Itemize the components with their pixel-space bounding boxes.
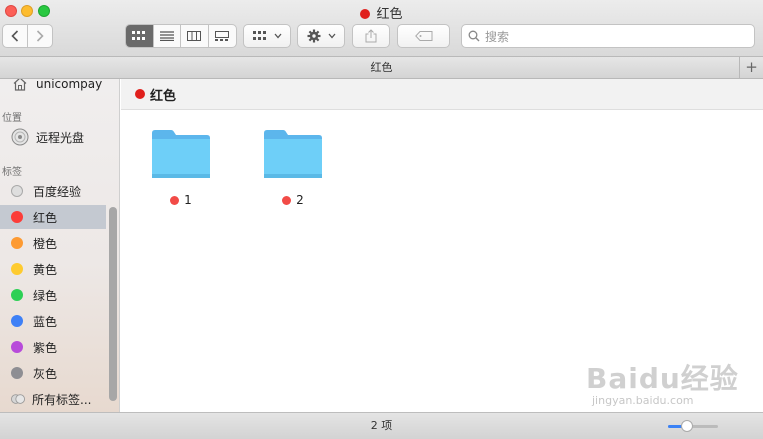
status-bar: 2 项 bbox=[0, 412, 763, 439]
file-browser: 红色 1 2 bbox=[121, 79, 763, 412]
window-title: 红色 bbox=[0, 3, 763, 22]
sidebar-item-label: 黄色 bbox=[33, 262, 58, 277]
chevron-right-icon bbox=[36, 30, 44, 42]
chevron-down-icon bbox=[274, 33, 281, 39]
icon-view-icon bbox=[132, 31, 146, 40]
sidebar-all-tags[interactable]: 所有标签... bbox=[0, 387, 106, 411]
icon-size-slider[interactable] bbox=[668, 420, 718, 432]
slider-knob[interactable] bbox=[681, 420, 693, 432]
sidebar: unicompay 位置 远程光盘 标签 百度经验 红色 橙色 黄色 绿色 蓝色… bbox=[0, 79, 120, 412]
sidebar-tag-green[interactable]: 绿色 bbox=[0, 283, 106, 307]
sidebar-item-label: 远程光盘 bbox=[36, 130, 85, 145]
finder-window: 红色 搜索 红色 + unicompay 位置 远程光盘 标签 百度经验 红色 … bbox=[0, 0, 763, 439]
folder-name: 1 bbox=[184, 193, 192, 207]
all-tags-icon bbox=[11, 390, 25, 408]
sidebar-tag-orange[interactable]: 橙色 bbox=[0, 231, 106, 255]
sidebar-tag-gray[interactable]: 灰色 bbox=[0, 361, 106, 385]
grid-arrange-icon bbox=[252, 31, 266, 40]
toolbar: 红色 搜索 bbox=[0, 0, 763, 57]
home-icon bbox=[11, 79, 29, 93]
tag-dot-icon bbox=[11, 237, 23, 249]
sidebar-scrollbar[interactable] bbox=[109, 207, 117, 401]
folder-item[interactable]: 2 bbox=[253, 129, 333, 219]
sidebar-item-label: 橙色 bbox=[33, 236, 58, 251]
sidebar-item-label: unicompay bbox=[36, 79, 103, 91]
icon-view-button[interactable] bbox=[126, 25, 154, 47]
list-view-icon bbox=[159, 31, 174, 41]
tab-title[interactable]: 红色 bbox=[371, 61, 393, 74]
sidebar-item-label: 所有标签... bbox=[32, 392, 92, 407]
share-icon bbox=[365, 29, 377, 43]
sidebar-item-label: 紫色 bbox=[33, 340, 58, 355]
edit-tags-button[interactable] bbox=[397, 24, 450, 48]
sidebar-tag-red[interactable]: 红色 bbox=[0, 205, 106, 229]
tag-icon bbox=[414, 31, 432, 41]
column-view-icon bbox=[187, 31, 202, 41]
back-forward-control bbox=[2, 24, 53, 48]
sidebar-item-label: 灰色 bbox=[33, 366, 58, 381]
chevron-left-icon bbox=[11, 30, 18, 42]
sidebar-tag-blue[interactable]: 蓝色 bbox=[0, 309, 106, 333]
gallery-view-icon bbox=[215, 31, 230, 41]
tag-dot-icon bbox=[11, 315, 23, 327]
share-button[interactable] bbox=[352, 24, 390, 48]
sidebar-item-remote-disc[interactable]: 远程光盘 bbox=[0, 125, 106, 149]
window-title-text: 红色 bbox=[376, 7, 403, 22]
tag-dot-icon bbox=[11, 341, 23, 353]
back-button[interactable] bbox=[3, 25, 28, 47]
content-header: 红色 bbox=[121, 79, 763, 110]
forward-button[interactable] bbox=[28, 25, 52, 47]
item-count: 2 项 bbox=[370, 419, 393, 432]
red-tag-dot bbox=[135, 89, 145, 99]
gear-icon bbox=[307, 29, 320, 43]
action-button[interactable] bbox=[297, 24, 345, 48]
folder-item[interactable]: 1 bbox=[141, 129, 221, 219]
tag-dot-icon bbox=[11, 367, 23, 379]
view-mode-control bbox=[125, 24, 237, 48]
content-header-title: 红色 bbox=[150, 88, 177, 104]
list-view-button[interactable] bbox=[154, 25, 181, 47]
search-icon bbox=[468, 30, 480, 42]
tag-dot-icon bbox=[11, 289, 23, 301]
sidebar-item-label: 百度经验 bbox=[33, 184, 82, 199]
red-tag-dot bbox=[282, 195, 292, 205]
section-heading-tags: 标签 bbox=[2, 167, 22, 178]
gallery-view-button[interactable] bbox=[209, 25, 236, 47]
red-tag-dot bbox=[170, 195, 180, 205]
tag-dot-icon bbox=[11, 185, 23, 197]
disc-icon bbox=[11, 128, 29, 146]
folder-icon bbox=[152, 130, 210, 178]
chevron-down-icon bbox=[328, 33, 335, 39]
tag-dot-icon bbox=[11, 263, 23, 275]
column-view-button[interactable] bbox=[181, 25, 209, 47]
folder-label: 2 bbox=[253, 193, 333, 207]
search-placeholder: 搜索 bbox=[485, 29, 510, 44]
arrange-button[interactable] bbox=[243, 24, 291, 48]
sidebar-item-home[interactable]: unicompay bbox=[0, 79, 106, 96]
tab-bar: 红色 + bbox=[0, 57, 763, 79]
sidebar-item-label: 绿色 bbox=[33, 288, 58, 303]
sidebar-tag-baidu[interactable]: 百度经验 bbox=[0, 179, 106, 203]
sidebar-item-label: 蓝色 bbox=[33, 314, 58, 329]
new-tab-button[interactable]: + bbox=[739, 57, 763, 79]
section-heading-locations: 位置 bbox=[2, 113, 22, 124]
search-field[interactable]: 搜索 bbox=[461, 24, 755, 48]
sidebar-tag-purple[interactable]: 紫色 bbox=[0, 335, 106, 359]
folder-name: 2 bbox=[296, 193, 304, 207]
folder-icon bbox=[264, 130, 322, 178]
sidebar-item-label: 红色 bbox=[33, 210, 58, 225]
folder-label: 1 bbox=[141, 193, 221, 207]
tag-dot-icon bbox=[11, 211, 23, 223]
red-tag-dot bbox=[360, 9, 371, 19]
sidebar-tag-yellow[interactable]: 黄色 bbox=[0, 257, 106, 281]
